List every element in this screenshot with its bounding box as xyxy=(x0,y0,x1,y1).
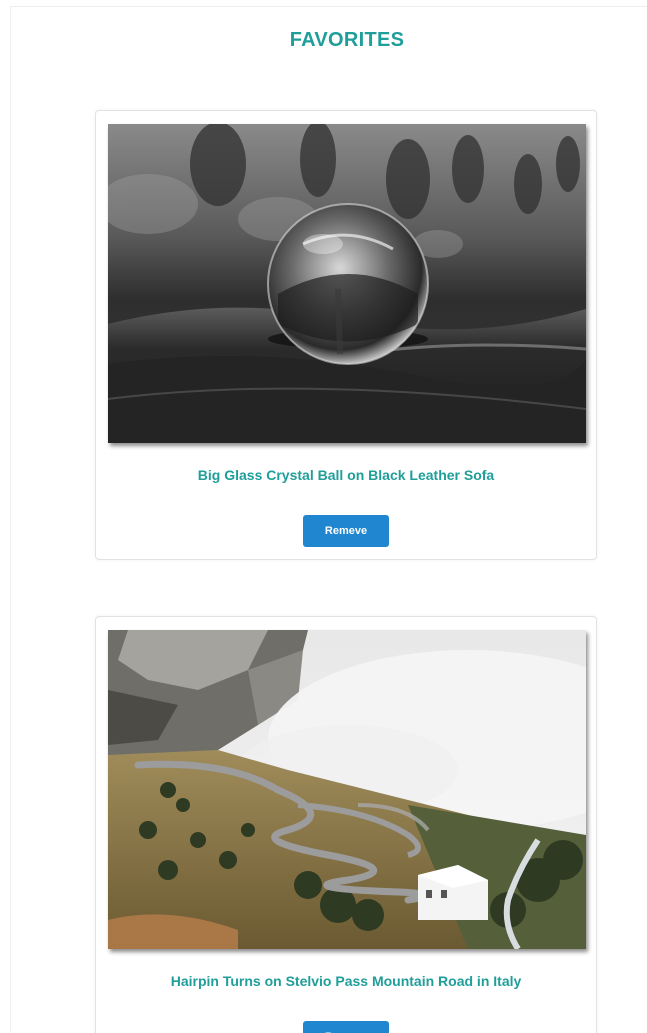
favorites-page: FAVORITES Big Glass Crystal Ball on Blac… xyxy=(0,0,647,1033)
page-title: FAVORITES xyxy=(289,29,405,51)
content-panel: FAVORITES Big Glass Crystal Ball on Blac… xyxy=(10,6,647,1033)
favorite-title: Big Glass Crystal Ball on Black Leather … xyxy=(197,467,495,483)
favorite-card: Big Glass Crystal Ball on Black Leather … xyxy=(95,110,597,560)
favorite-image[interactable] xyxy=(108,630,586,949)
favorite-card: Hairpin Turns on Stelvio Pass Mountain R… xyxy=(95,616,597,1033)
remove-button[interactable]: Remeve xyxy=(303,1021,389,1033)
favorite-image[interactable] xyxy=(108,124,586,443)
remove-button[interactable]: Remeve xyxy=(303,515,389,547)
favorite-title: Hairpin Turns on Stelvio Pass Mountain R… xyxy=(170,973,522,989)
